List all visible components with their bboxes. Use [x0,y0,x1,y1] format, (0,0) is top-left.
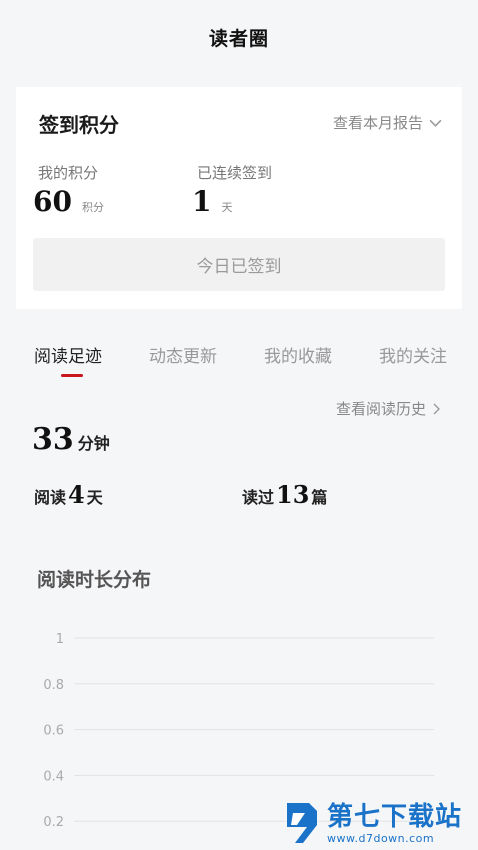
checkin-card: 签到积分 查看本月报告 我的积分 60 积分 已连续签到 1 天 今日已签到 [16,87,462,309]
reading-days-value: 4 [68,480,85,509]
y-tick-label: 0.6 [43,724,64,739]
monthly-report-link[interactable]: 查看本月报告 [333,112,442,133]
streak-unit: 天 [221,201,233,214]
reading-history-link[interactable]: 查看阅读历史 [336,398,442,419]
reading-days-unit: 天 [86,488,103,507]
reading-days-label: 阅读 [34,488,67,507]
y-tick-label: 0.4 [43,769,64,784]
points-unit: 积分 [81,201,104,214]
y-tick-label: 0.2 [43,815,64,830]
books-read-unit: 篇 [311,488,328,507]
books-read-value: 13 [276,480,310,509]
page-title: 读者圈 [208,28,269,50]
books-read-stat: 读过 13 篇 [242,480,327,509]
tab-reading-footprint[interactable]: 阅读足迹 [34,342,102,367]
tab-updates[interactable]: 动态更新 [149,342,217,367]
points-value: 60 [33,185,72,218]
monthly-report-label: 查看本月报告 [332,114,423,132]
streak-label: 已连续签到 [197,164,273,182]
checkin-title: 签到积分 [39,113,119,137]
chevron-right-icon [433,403,440,414]
tab-following[interactable]: 我的关注 [379,342,447,367]
top-bar: 读者圈 [0,0,478,76]
watermark-name: 第七下载站 [327,801,463,832]
streak-value: 1 [192,185,212,218]
watermark-logo-icon [287,803,317,843]
points-stat: 60 积分 [33,185,104,218]
chart-title: 阅读时长分布 [37,569,152,591]
watermark: 第七下载站 www.d7down.com [283,797,473,849]
streak-stat: 1 天 [192,185,232,218]
tab-favorites[interactable]: 我的收藏 [264,342,332,367]
total-time-value: 33 [32,422,74,457]
total-reading-time: 33 分钟 [32,422,110,457]
points-label: 我的积分 [38,164,99,182]
chevron-down-icon [429,119,442,127]
reading-days-stat: 阅读 4 天 [34,480,103,509]
checkin-button[interactable]: 今日已签到 [33,238,445,291]
reading-history-label: 查看阅读历史 [335,400,426,418]
watermark-url: www.d7down.com [327,831,435,845]
tab-bar: 阅读足迹 动态更新 我的收藏 我的关注 [0,338,478,382]
active-tab-indicator [61,374,83,377]
y-tick-label: 1 [56,632,64,647]
total-time-unit: 分钟 [77,434,110,453]
books-read-label: 读过 [242,488,275,507]
y-tick-label: 0.8 [43,678,64,693]
